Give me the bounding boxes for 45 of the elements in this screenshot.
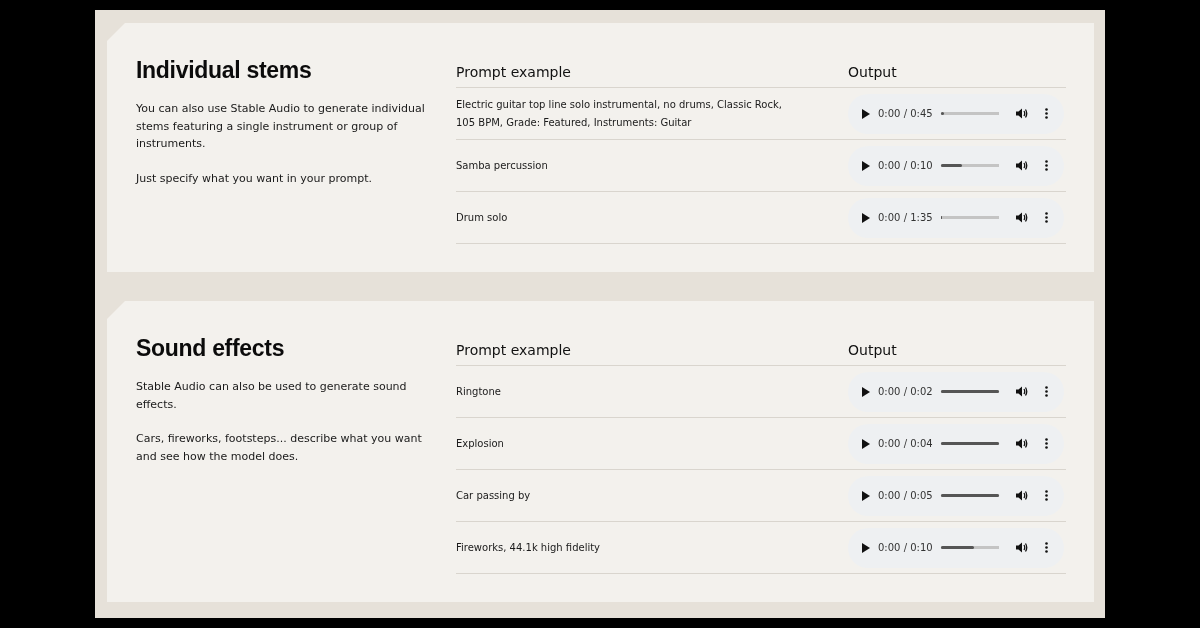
- play-icon[interactable]: [862, 542, 870, 553]
- volume-icon[interactable]: [1015, 490, 1028, 501]
- time-label: 0:00 / 1:35: [878, 212, 933, 223]
- play-icon[interactable]: [862, 160, 870, 171]
- section-title: Sound effects: [136, 335, 286, 362]
- description-text: Just specify what you want in your prompt.: [136, 170, 374, 187]
- more-options-icon[interactable]: [1044, 438, 1048, 449]
- column-header: Output: [848, 64, 897, 80]
- time-label: 0:00 / 0:04: [878, 438, 933, 449]
- column-header: Prompt example: [456, 64, 572, 80]
- prompt-text: Ringtone: [456, 384, 502, 399]
- more-options-icon[interactable]: [1044, 542, 1048, 553]
- time-label: 0:00 / 0:10: [878, 542, 933, 553]
- play-icon[interactable]: [862, 386, 870, 397]
- prompt-text: Fireworks, 44.1k high fidelity: [456, 540, 602, 555]
- play-icon[interactable]: [862, 108, 870, 119]
- more-options-icon[interactable]: [1044, 108, 1048, 119]
- prompt-text: Drum solo: [456, 210, 509, 225]
- volume-icon[interactable]: [1015, 438, 1028, 449]
- volume-icon[interactable]: [1015, 542, 1028, 553]
- play-icon[interactable]: [862, 490, 870, 501]
- volume-icon[interactable]: [1015, 160, 1028, 171]
- play-icon[interactable]: [862, 212, 870, 223]
- time-label: 0:00 / 0:02: [878, 386, 933, 397]
- prompt-text: Explosion: [456, 436, 505, 451]
- more-options-icon[interactable]: [1044, 212, 1048, 223]
- prompt-text: Car passing by: [456, 488, 532, 503]
- time-label: 0:00 / 0:10: [878, 160, 933, 171]
- more-options-icon[interactable]: [1044, 386, 1048, 397]
- prompt-text: Electric guitar top line solo instrumental, no drums, Classic Rock, 105 BPM, Grade: Featured, Instruments: Guitar: [456, 98, 783, 130]
- more-options-icon[interactable]: [1044, 490, 1048, 501]
- description-text: Cars, fireworks, footsteps... describe what you want and see how the model does.: [136, 431, 423, 465]
- time-label: 0:00 / 0:45: [878, 108, 933, 119]
- play-icon[interactable]: [862, 438, 870, 449]
- more-options-icon[interactable]: [1044, 160, 1048, 171]
- description-text: Stable Audio can also be used to generate sound effects.: [136, 379, 408, 413]
- section-title: Individual stems: [136, 57, 313, 84]
- time-label: 0:00 / 0:05: [878, 490, 933, 501]
- volume-icon[interactable]: [1015, 212, 1028, 223]
- column-header: Prompt example: [456, 342, 572, 358]
- volume-icon[interactable]: [1015, 386, 1028, 397]
- volume-icon[interactable]: [1015, 108, 1028, 119]
- description-text: You can also use Stable Audio to generate individual stems featuring a single instrument or group of instruments.: [136, 101, 426, 152]
- prompt-text: Samba percussion: [456, 158, 549, 173]
- column-header: Output: [848, 342, 897, 358]
